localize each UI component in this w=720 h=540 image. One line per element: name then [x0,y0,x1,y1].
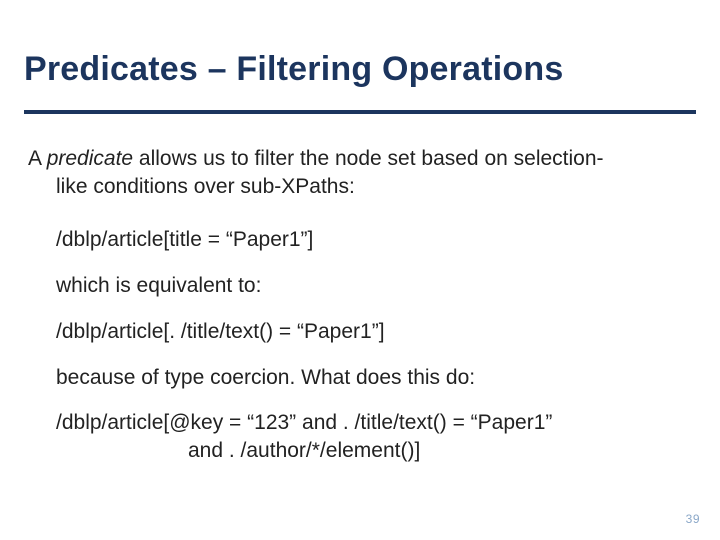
lead-line1: A predicate allows us to filter the node… [28,145,692,173]
plain-text-1: which is equivalent to: [56,272,692,300]
lead-line2: like conditions over sub-XPaths: [56,173,692,201]
xpath-code-2: /dblp/article[. /title/text() = “Paper1”… [56,318,692,346]
lead-post1: allows us to filter the node set based o… [133,147,603,170]
lead-pre: A [28,147,47,170]
title-rule [24,110,696,114]
slide-body: A predicate allows us to filter the node… [28,145,692,483]
xpath-code-3-line2: and . /author/*/element()] [188,437,692,465]
predicate-word: predicate [47,147,133,170]
slide-title: Predicates – Filtering Operations [24,50,696,89]
slide: Predicates – Filtering Operations A pred… [0,0,720,540]
xpath-code-3: /dblp/article[@key = “123” and . /title/… [56,409,692,464]
page-number: 39 [686,512,700,526]
xpath-code-3-line1: /dblp/article[@key = “123” and . /title/… [56,411,552,434]
lead-paragraph: A predicate allows us to filter the node… [28,145,692,200]
xpath-code-1: /dblp/article[title = “Paper1”] [56,226,692,254]
plain-text-2: because of type coercion. What does this… [56,364,692,392]
